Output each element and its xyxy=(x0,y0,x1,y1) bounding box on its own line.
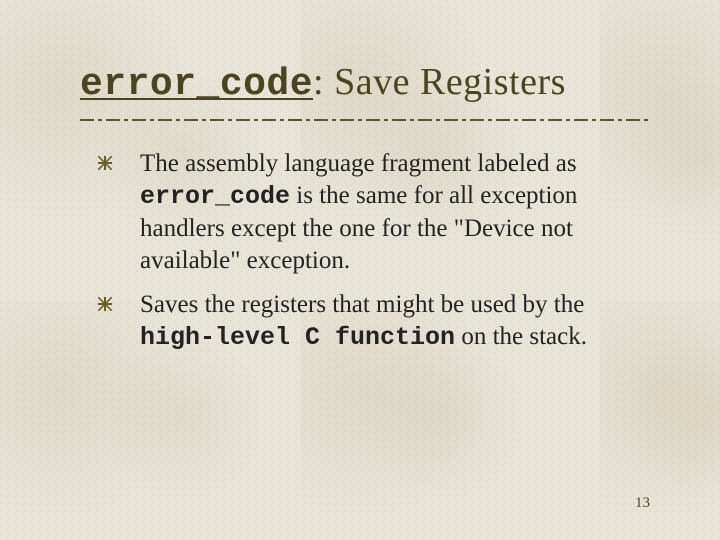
divider xyxy=(80,118,650,122)
bullet-list: The assembly language fragment labeled a… xyxy=(80,148,650,354)
bullet-text-pre: Saves the registers that might be used b… xyxy=(140,291,584,318)
bullet-code: high-level C function xyxy=(140,323,455,352)
bullet-text-post: on the stack. xyxy=(455,323,587,350)
title-rest: : Save Registers xyxy=(313,61,566,103)
page-number: 13 xyxy=(635,495,650,512)
title-code: error_code xyxy=(80,63,313,106)
list-item: Saves the registers that might be used b… xyxy=(130,289,650,354)
bullet-code: error_code xyxy=(140,182,290,211)
slide-title: error_code: Save Registers xyxy=(80,60,650,106)
slide: error_code: Save Registers The assembly … xyxy=(0,0,720,540)
list-item: The assembly language fragment labeled a… xyxy=(130,148,650,277)
bullet-text-pre: The assembly language fragment labeled a… xyxy=(140,150,577,177)
